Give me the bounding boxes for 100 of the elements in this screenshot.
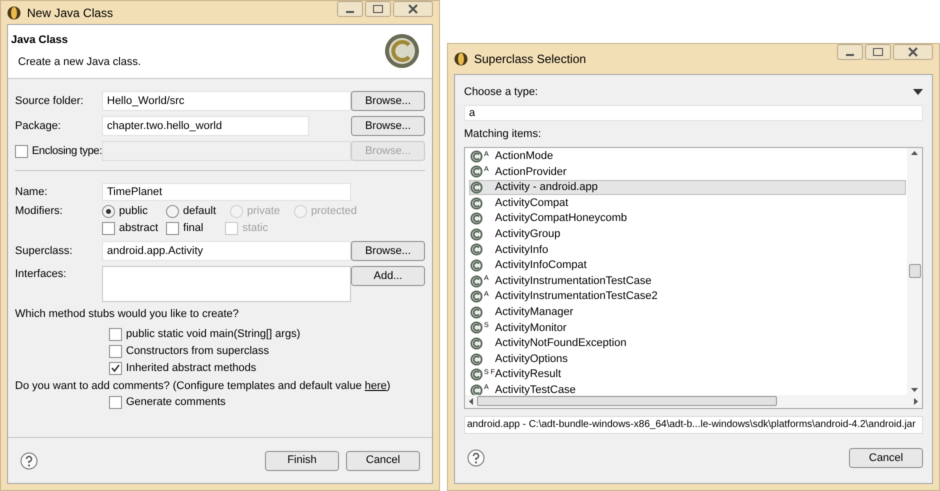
item-label: ActivityCompatHoneycomb xyxy=(495,211,628,226)
header-title: Java Class xyxy=(11,33,69,48)
check-icon xyxy=(111,364,120,372)
help-icon[interactable] xyxy=(20,452,38,470)
scroll-right-icon[interactable] xyxy=(914,398,918,404)
list-item[interactable]: ActivityOptions xyxy=(469,351,906,367)
radio-label: protected xyxy=(311,204,357,220)
radio-label: private xyxy=(247,204,280,220)
dialog-button[interactable]: Browse... xyxy=(351,241,425,261)
list-item[interactable]: ActivityInfo xyxy=(469,242,906,258)
item-label: ActivityGroup xyxy=(495,227,560,242)
checkbox[interactable] xyxy=(102,222,115,235)
scroll-thumb[interactable] xyxy=(908,264,920,278)
dialog-button[interactable]: Browse... xyxy=(351,116,425,136)
checkbox-label: Inherited abstract methods xyxy=(126,360,256,376)
list-item[interactable]: ActivityGroup xyxy=(469,226,906,242)
item-label: ActionMode xyxy=(495,149,554,164)
list-item[interactable]: ActivityInfoCompat xyxy=(469,258,906,274)
class-icon xyxy=(470,384,483,397)
dialog-button[interactable]: Cancel xyxy=(346,450,420,470)
radio-label: public xyxy=(119,204,148,220)
list-item[interactable]: ActivityNotFoundException xyxy=(469,336,906,352)
class-icon xyxy=(470,290,483,304)
field-label: Modifiers: xyxy=(15,204,64,220)
scroll-down-icon[interactable] xyxy=(911,388,918,392)
vertical-scrollbar[interactable] xyxy=(907,148,922,394)
class-icon xyxy=(470,352,483,366)
question-text: Do you want to add comments? (Configure templates and default value here) xyxy=(15,378,392,394)
class-icon xyxy=(470,196,483,210)
item-label: ActivityOptions xyxy=(495,352,568,367)
list-item[interactable]: ActivityCompat xyxy=(469,195,906,211)
minimize-icon[interactable] xyxy=(337,1,363,17)
field-label: Name: xyxy=(15,184,48,200)
class-icon xyxy=(470,258,483,272)
dialog-button[interactable]: Cancel xyxy=(849,448,923,468)
dropdown-icon[interactable] xyxy=(913,89,923,95)
checkbox-label: static xyxy=(242,221,268,236)
text-field[interactable]: TimePlanet xyxy=(102,183,351,201)
text-field[interactable]: chapter.two.hello_world xyxy=(102,116,309,136)
dialog-button[interactable]: Finish xyxy=(265,450,339,470)
close-icon[interactable] xyxy=(393,1,433,17)
item-label: ActivityManager xyxy=(495,304,574,320)
checkbox[interactable] xyxy=(109,328,122,340)
window-title: New Java Class xyxy=(27,4,114,22)
checkbox[interactable] xyxy=(109,344,122,358)
checkbox[interactable] xyxy=(166,222,180,235)
minimize-icon[interactable] xyxy=(837,44,863,60)
list-box[interactable] xyxy=(102,266,351,302)
dialog-button[interactable]: Browse... xyxy=(351,91,425,111)
checkbox[interactable] xyxy=(109,362,122,374)
scroll-thumb[interactable] xyxy=(477,396,777,406)
text-field[interactable] xyxy=(102,141,351,161)
item-label: ActivityTestCase xyxy=(495,382,576,398)
checkbox[interactable] xyxy=(109,396,122,409)
radio-button[interactable] xyxy=(166,205,179,218)
item-label: ActionProvider xyxy=(495,164,567,180)
horizontal-scrollbar[interactable] xyxy=(465,394,922,408)
list-item[interactable]: Activity - android.app xyxy=(469,180,906,196)
class-icon xyxy=(470,165,483,178)
field-label: Choose a type: xyxy=(464,84,538,100)
list-item[interactable]: ActivityManager xyxy=(469,304,906,320)
item-label: Activity - android.app xyxy=(495,180,598,196)
item-label: ActivityNotFoundException xyxy=(495,336,626,352)
class-icon xyxy=(470,243,483,256)
list-item[interactable]: ActivityCompatHoneycomb xyxy=(469,210,906,226)
filter-field[interactable]: a xyxy=(464,105,923,121)
field-label: Source folder: xyxy=(15,94,84,109)
maximize-icon[interactable] xyxy=(865,44,891,60)
radio-button[interactable] xyxy=(102,205,115,218)
app-icon xyxy=(7,6,21,20)
item-label: ActivityInfoCompat xyxy=(495,258,587,274)
help-icon[interactable] xyxy=(467,449,485,468)
path-field: android.app - C:\adt-bundle-windows-x86_64\adt-b...le-windows\sdk\platforms\android-4.2\android.jar xyxy=(464,416,923,434)
item-label: ActivityMonitor xyxy=(495,320,567,336)
checkbox-label: public static void main(String[] args) xyxy=(126,326,300,342)
here-link[interactable]: here xyxy=(364,380,387,392)
header-subtitle: Create a new Java class. xyxy=(17,54,141,70)
field-label: Enclosing type: xyxy=(32,144,102,159)
class-icon xyxy=(470,180,483,194)
class-icon xyxy=(470,212,483,226)
app-icon xyxy=(454,52,468,66)
close-icon[interactable] xyxy=(893,44,933,60)
item-label: ActivityInfo xyxy=(495,242,548,258)
text-field[interactable]: Hello_World/src xyxy=(102,91,351,111)
item-label: ActivityInstrumentationTestCase xyxy=(495,274,652,289)
field-label: Package: xyxy=(15,118,62,134)
item-label: ActivityInstrumentationTestCase2 xyxy=(495,289,658,304)
dialog-button[interactable]: Add... xyxy=(351,266,425,286)
question-text: Which method stubs would you like to create? xyxy=(15,307,240,322)
item-label: ActivityResult xyxy=(495,367,562,382)
checkbox-label: abstract xyxy=(119,221,158,236)
checkbox-label: Constructors from superclass xyxy=(126,344,270,359)
maximize-icon[interactable] xyxy=(365,1,391,17)
radio-label: default xyxy=(183,204,216,220)
item-label: ActivityCompat xyxy=(495,196,568,211)
scroll-left-icon[interactable] xyxy=(469,398,473,404)
text-field[interactable]: android.app.Activity xyxy=(102,241,351,261)
class-icon xyxy=(470,228,483,241)
scroll-up-icon[interactable] xyxy=(911,150,918,154)
checkbox-label: Generate comments xyxy=(126,395,226,410)
